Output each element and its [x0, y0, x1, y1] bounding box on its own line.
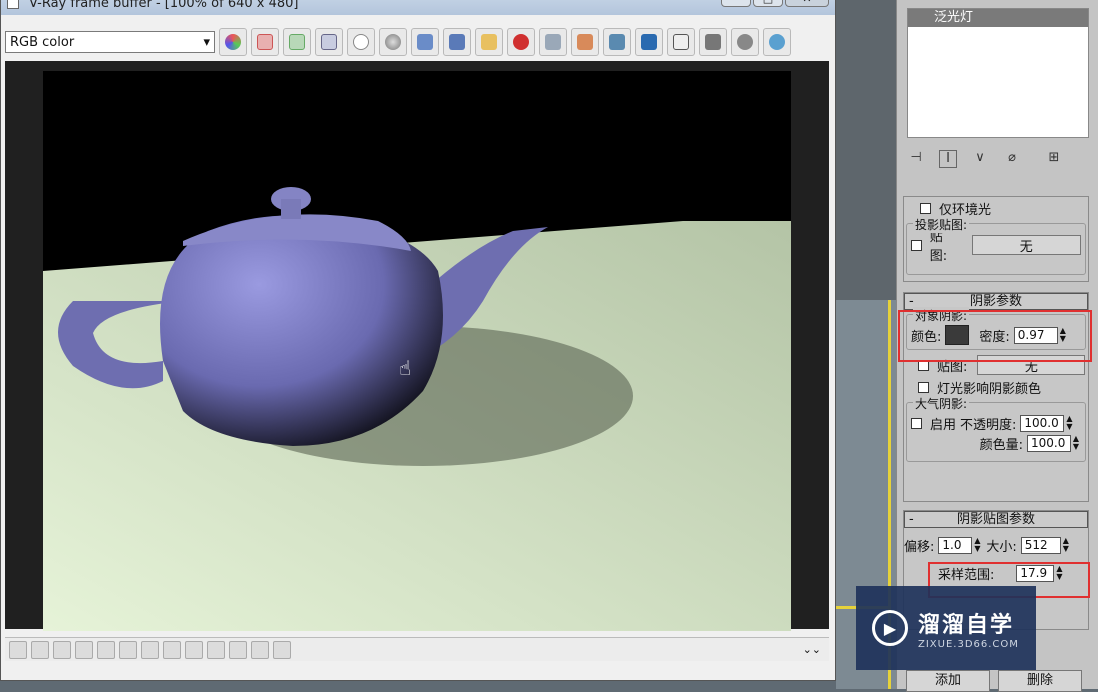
- play-logo-icon: ▶: [872, 610, 908, 646]
- show-corrections-icon[interactable]: [9, 640, 27, 659]
- projector-map-button[interactable]: 无: [971, 235, 1081, 255]
- horizontal-flip-icon[interactable]: [207, 640, 225, 659]
- configure-modifier-sets-icon[interactable]: ⊞: [1045, 150, 1063, 168]
- history-icon[interactable]: [635, 28, 663, 56]
- spinner-arrows-icon[interactable]: ▲ ▼: [1071, 434, 1081, 452]
- teapot-render: [43, 187, 791, 631]
- histogram-icon[interactable]: [119, 640, 137, 659]
- bias-field[interactable]: 1.0: [938, 536, 973, 554]
- green-channel-icon[interactable]: [283, 28, 311, 56]
- pin-stack-icon[interactable]: ⊣: [907, 150, 925, 168]
- channel-select-value: RGB color: [10, 34, 75, 50]
- bias-spinner[interactable]: 1.0 ▲ ▼: [938, 536, 982, 554]
- srgb-icon[interactable]: [97, 640, 115, 659]
- projector-map-group: 投影贴图: 贴图: 无: [906, 216, 1086, 275]
- projector-map-checkbox[interactable]: [911, 239, 922, 251]
- alpha-channel-icon[interactable]: [347, 28, 375, 56]
- opacity-spinner[interactable]: 100.0 ▲ ▼: [1020, 414, 1074, 432]
- red-channel-icon[interactable]: [251, 28, 279, 56]
- channel-select[interactable]: RGB color ▾: [5, 31, 215, 53]
- shadow-map-params-header[interactable]: - 阴影贴图参数: [904, 511, 1088, 528]
- show-end-result-icon[interactable]: I: [939, 150, 957, 168]
- density-highlight-box: [898, 310, 1092, 362]
- clear-icon[interactable]: [507, 28, 535, 56]
- spinner-arrows-icon[interactable]: ▲ ▼: [972, 536, 982, 554]
- window-title: V-Ray frame buffer - [100% of 640 x 480]: [29, 0, 299, 11]
- duplicate-icon[interactable]: [539, 28, 567, 56]
- levels-icon[interactable]: [31, 640, 49, 659]
- curve-icon[interactable]: [141, 640, 159, 659]
- stop-icon[interactable]: [731, 28, 759, 56]
- vertical-flip-icon[interactable]: [229, 640, 247, 659]
- vfb-toolbar: RGB color ▾: [5, 25, 831, 59]
- light-affects-label: 灯光影响阴影颜色: [937, 381, 1042, 397]
- atmos-enable-checkbox[interactable]: [911, 417, 922, 429]
- size-label: 大小:: [986, 539, 1017, 555]
- render-icon[interactable]: [763, 28, 791, 56]
- compare-icon[interactable]: [667, 28, 695, 56]
- shadow-params-title: 阴影参数: [969, 294, 1022, 309]
- ambient-only-label: 仅环境光: [939, 202, 992, 218]
- close-button[interactable]: ✕: [785, 0, 829, 7]
- list-item[interactable]: 泛光灯: [908, 9, 1088, 27]
- bias-label: 偏移:: [904, 539, 935, 555]
- rendered-image: ☝: [43, 71, 791, 631]
- chevron-down-icon: ▾: [203, 34, 210, 50]
- minimize-button[interactable]: –: [721, 0, 751, 7]
- opacity-field[interactable]: 100.0: [1020, 414, 1065, 432]
- chevron-down-icon[interactable]: ⌄⌄: [803, 643, 821, 656]
- background-viewport-top: [836, 0, 896, 300]
- vray-frame-buffer-window: V-Ray frame buffer - [100% of 640 x 480]…: [0, 0, 836, 681]
- save-icon[interactable]: [411, 28, 439, 56]
- size-spinner[interactable]: 512 ▲ ▼: [1020, 536, 1071, 554]
- maximize-button[interactable]: □: [753, 0, 783, 7]
- mono-icon[interactable]: [379, 28, 407, 56]
- exposure-icon[interactable]: [163, 640, 181, 659]
- remove-modifier-icon[interactable]: ⌀: [1003, 150, 1021, 168]
- stamp-icon[interactable]: [273, 640, 291, 659]
- blue-channel-icon[interactable]: [315, 28, 343, 56]
- ambient-only-checkbox[interactable]: [920, 202, 931, 214]
- pixel-info-icon[interactable]: [185, 640, 203, 659]
- settings-icon[interactable]: [699, 28, 727, 56]
- atmos-title: 大气阴影:: [913, 395, 970, 412]
- track-mouse-icon[interactable]: [603, 28, 631, 56]
- atmosphere-shadows-group: 大气阴影: 启用 不透明度: 100.0 ▲ ▼ 颜色量: 100.0 ▲ ▼: [906, 395, 1086, 462]
- shadow-map-params-title: 阴影贴图参数: [956, 512, 1035, 527]
- color-amount-label: 颜色量:: [979, 437, 1023, 453]
- projector-map-title: 投影贴图:: [913, 216, 970, 233]
- open-icon[interactable]: [475, 28, 503, 56]
- light-list[interactable]: 泛光灯: [907, 8, 1089, 138]
- color-tracking-icon[interactable]: [219, 28, 247, 56]
- collapse-icon: -: [909, 512, 914, 527]
- spinner-arrows-icon[interactable]: ▲ ▼: [1061, 536, 1071, 554]
- ab-compare-icon[interactable]: [251, 640, 269, 659]
- watermark-url: ZIXUE.3D66.COM: [918, 638, 1019, 650]
- lut-icon[interactable]: [75, 640, 93, 659]
- vfb-status-bar: ⌄⌄: [5, 637, 829, 661]
- color-amount-field[interactable]: 100.0: [1027, 434, 1071, 452]
- light-affects-shadow-checkbox[interactable]: [918, 381, 929, 393]
- info-icon[interactable]: [53, 640, 71, 659]
- panel-icon-row: ⊣ I ∨ ⌀ ⊞: [907, 148, 1089, 170]
- enable-label: 启用: [930, 417, 957, 433]
- spinner-arrows-icon[interactable]: ▲ ▼: [1064, 414, 1074, 432]
- hand-cursor-icon: ☝: [399, 356, 412, 380]
- opacity-label: 不透明度:: [960, 417, 1017, 433]
- window-titlebar[interactable]: V-Ray frame buffer - [100% of 640 x 480]…: [1, 0, 835, 15]
- make-unique-icon[interactable]: ∨: [971, 150, 989, 168]
- size-field[interactable]: 512: [1020, 536, 1061, 554]
- general-params-rollout: 仅环境光 投影贴图: 贴图: 无: [903, 196, 1089, 282]
- save-all-icon[interactable]: [443, 28, 471, 56]
- render-area: ☝: [5, 61, 829, 631]
- app-icon: [7, 0, 19, 9]
- watermark-brand: 溜溜自学: [918, 612, 1015, 638]
- watermark: ▶ 溜溜自学 ZIXUE.3D66.COM: [856, 586, 1036, 670]
- region-icon[interactable]: [571, 28, 599, 56]
- color-amount-spinner[interactable]: 100.0 ▲ ▼: [1027, 434, 1081, 452]
